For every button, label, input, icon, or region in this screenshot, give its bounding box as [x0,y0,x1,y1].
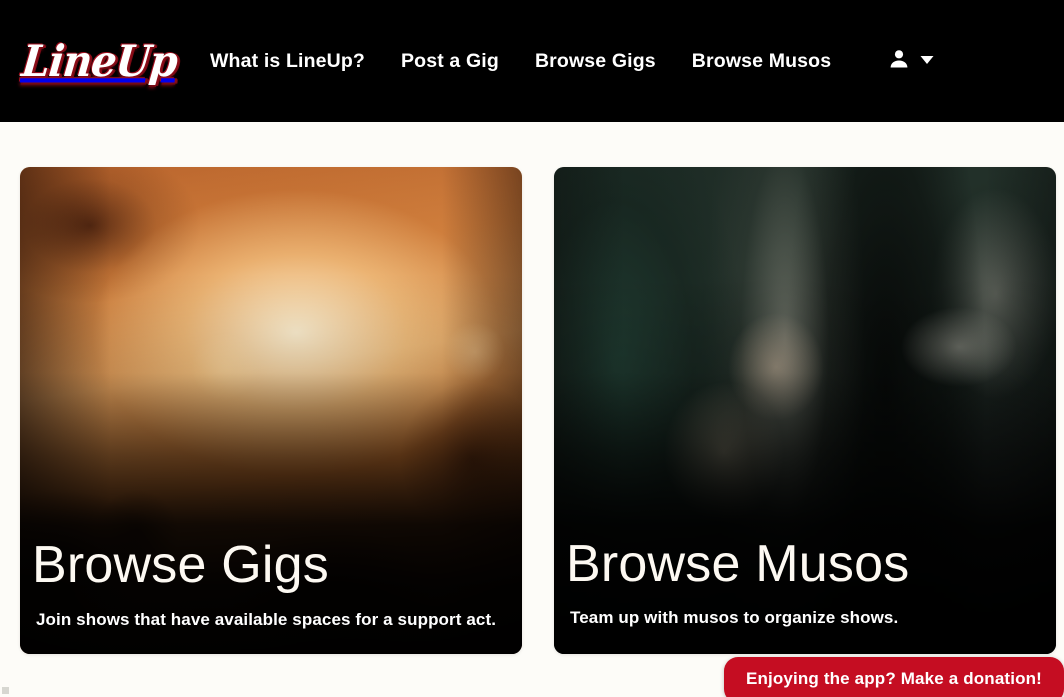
logo-text: LineUp [19,35,180,87]
card-description: Join shows that have available spaces fo… [36,609,497,629]
main-content: Browse Gigs Join shows that have availab… [0,122,1064,697]
card-title: Browse Gigs [32,535,329,594]
top-navigation-bar: LineUp What is LineUp? Post a Gig Browse… [0,0,1064,122]
nav-post-a-gig[interactable]: Post a Gig [401,50,499,73]
chevron-down-icon [920,52,934,70]
donation-button[interactable]: Enjoying the app? Make a donation! [723,657,1064,697]
nav-links: What is LineUp? Post a Gig Browse Gigs B… [210,50,887,73]
card-browse-gigs[interactable]: Browse Gigs Join shows that have availab… [20,167,522,654]
nav-browse-musos[interactable]: Browse Musos [692,50,831,73]
account-menu-button[interactable] [887,47,934,76]
card-browse-musos[interactable]: Browse Musos Team up with musos to organ… [554,167,1056,654]
nav-browse-gigs[interactable]: Browse Gigs [535,50,656,73]
nav-what-is-lineup[interactable]: What is LineUp? [210,50,365,73]
card-body: Browse Musos Team up with musos to organ… [554,534,1056,654]
card-description: Team up with musos to organize shows. [570,607,899,627]
person-icon [887,47,911,76]
card-title: Browse Musos [566,534,910,593]
lineup-logo[interactable]: LineUp [19,30,179,92]
feature-card-grid: Browse Gigs Join shows that have availab… [0,167,1064,654]
card-body: Browse Gigs Join shows that have availab… [20,535,522,654]
corner-marker [2,687,9,694]
